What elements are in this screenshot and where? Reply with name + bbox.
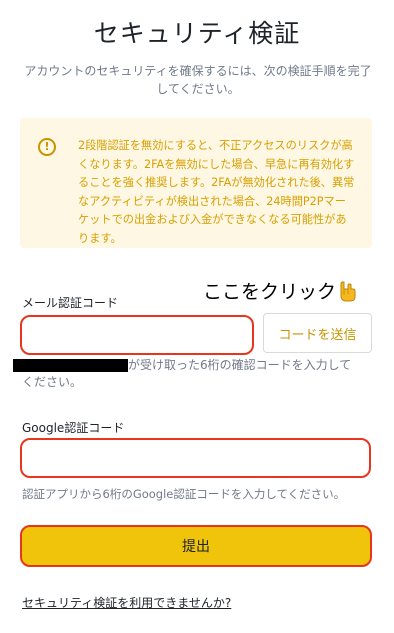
- google-code-input[interactable]: [20, 438, 371, 478]
- send-code-button[interactable]: コードを送信: [263, 313, 372, 353]
- redacted-email-block: [13, 359, 128, 372]
- email-code-label: メール認証コード: [22, 296, 119, 310]
- security-unavailable-link[interactable]: セキュリティ検証を利用できませんか?: [22, 594, 231, 611]
- page-subtitle: アカウントのセキュリティを確保するには、次の検証手順を完了してください。: [24, 64, 372, 96]
- email-hint-text-line2: ください。: [22, 375, 83, 389]
- google-hint-text: 認証アプリから6桁のGoogle認証コードを入力してください。: [22, 487, 346, 501]
- pointing-hand-icon: [340, 281, 356, 301]
- submit-button[interactable]: 提出: [20, 525, 372, 567]
- alert-circle-icon: !: [38, 138, 56, 156]
- click-here-annotation: ここをクリック: [203, 277, 360, 304]
- email-hint-text: が受け取った6桁の確認コードを入力して: [128, 358, 352, 372]
- google-code-label: Google認証コード: [22, 421, 125, 435]
- email-code-input[interactable]: [20, 315, 254, 355]
- warning-box: ! 2段階認証を無効にすると、不正アクセスのリスクが高くなります。2FAを無効に…: [20, 118, 372, 248]
- annotation-text: ここをクリック: [203, 281, 337, 303]
- warning-text: 2段階認証を無効にすると、不正アクセスのリスクが高くなります。2FAを無効にした…: [78, 139, 355, 245]
- page-title: セキュリティ検証: [93, 19, 301, 48]
